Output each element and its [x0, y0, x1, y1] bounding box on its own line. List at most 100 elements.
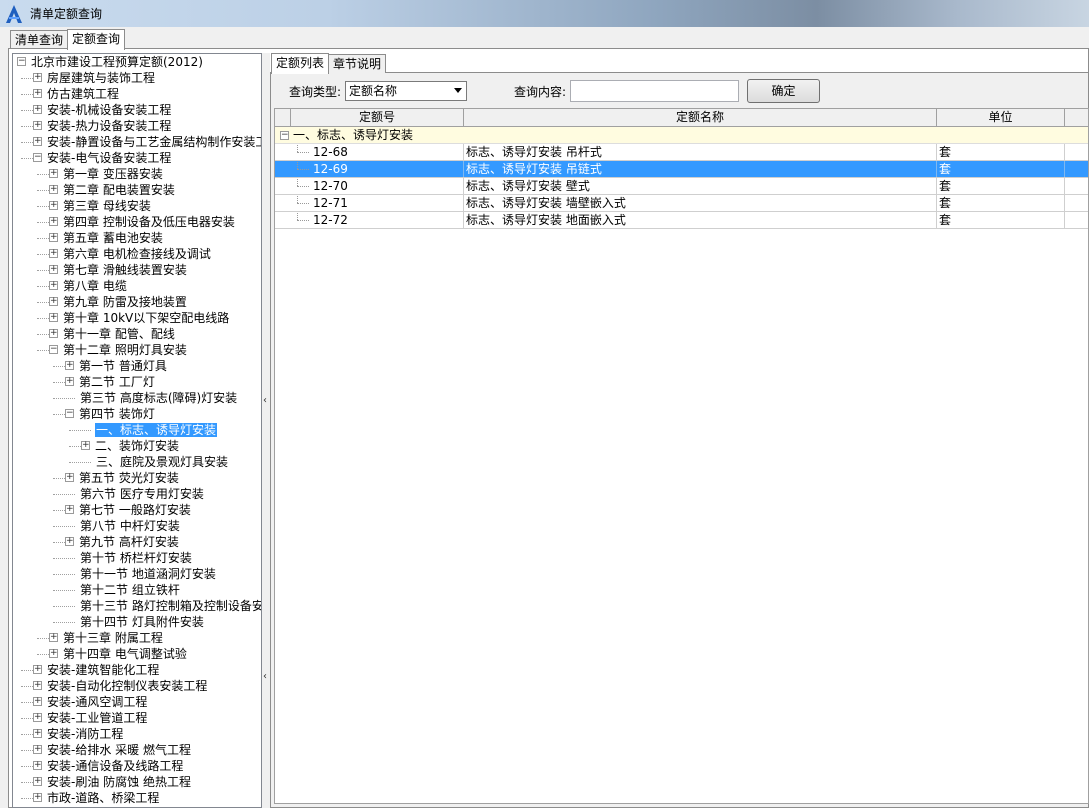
- tree-item[interactable]: 第十一节 地道涵洞灯安装: [65, 566, 217, 582]
- tree-item[interactable]: 第八节 中杆灯安装: [65, 518, 181, 534]
- table-row[interactable]: 12-70 标志、诱导灯安装 壁式套: [275, 178, 1088, 195]
- tree-item[interactable]: 第十三节 路灯控制箱及控制设备安: [65, 598, 261, 614]
- tree-expand-icon[interactable]: +: [49, 313, 58, 322]
- tree-item[interactable]: + 安装-通风空调工程: [33, 694, 148, 710]
- tree-expand-icon[interactable]: +: [49, 281, 58, 290]
- tree-item[interactable]: + 安装-机械设备安装工程: [33, 102, 172, 118]
- tree-item[interactable]: 一、标志、诱导灯安装: [81, 422, 218, 438]
- tree-expand-icon[interactable]: +: [33, 697, 42, 706]
- tree-item[interactable]: + 第八章 电缆: [49, 278, 128, 294]
- tab-section-notes[interactable]: 章节说明: [328, 54, 387, 73]
- tree-item[interactable]: 第六节 医疗专用灯安装: [65, 486, 205, 502]
- tree-item[interactable]: + 第七节 一般路灯安装: [65, 502, 192, 518]
- tree-expand-icon[interactable]: +: [33, 777, 42, 786]
- table-row[interactable]: 12-71 标志、诱导灯安装 墙壁嵌入式套: [275, 195, 1088, 212]
- tree-expand-icon[interactable]: +: [33, 137, 42, 146]
- tree-item[interactable]: + 第五节 荧光灯安装: [65, 470, 180, 486]
- tree-expand-icon[interactable]: +: [49, 265, 58, 274]
- tree-expand-icon[interactable]: +: [49, 249, 58, 258]
- tree-item[interactable]: + 安装-给排水 采暖 燃气工程: [33, 742, 192, 758]
- tree-expand-icon[interactable]: +: [33, 793, 42, 802]
- tree-item[interactable]: + 第四章 控制设备及低压电器安装: [49, 214, 236, 230]
- tree-item[interactable]: − 第四节 装饰灯: [65, 406, 156, 422]
- group-row[interactable]: − 一、标志、诱导灯安装: [275, 127, 1088, 144]
- tree-item[interactable]: 第十四节 灯具附件安装: [65, 614, 205, 630]
- tree-collapse-icon[interactable]: −: [33, 153, 42, 162]
- tree-expand-icon[interactable]: +: [33, 761, 42, 770]
- tree-expand-icon[interactable]: +: [49, 329, 58, 338]
- tree-item[interactable]: 第十二节 组立铁杆: [65, 582, 181, 598]
- tree-item[interactable]: + 安装-工业管道工程: [33, 710, 148, 726]
- tree-item[interactable]: + 第十一章 配管、配线: [49, 326, 176, 342]
- tree-expand-icon[interactable]: +: [33, 681, 42, 690]
- tree-expand-icon[interactable]: +: [81, 441, 90, 450]
- tree-expand-icon[interactable]: +: [49, 233, 58, 242]
- tree-item[interactable]: + 安装-静置设备与工艺金属结构制作安装工: [33, 134, 261, 150]
- tree-expand-icon[interactable]: +: [33, 713, 42, 722]
- tree-item[interactable]: + 第五章 蓄电池安装: [49, 230, 164, 246]
- tab-bill-query[interactable]: 清单查询: [10, 30, 69, 49]
- tree-item[interactable]: + 第一章 变压器安装: [49, 166, 164, 182]
- header-unit[interactable]: 单位: [937, 109, 1065, 126]
- tree-expand-icon[interactable]: +: [65, 377, 74, 386]
- query-content-input[interactable]: [570, 80, 739, 102]
- tree-item[interactable]: + 第三章 母线安装: [49, 198, 152, 214]
- tree-item[interactable]: 三、庭院及景观灯具安装: [81, 454, 229, 470]
- tree-item[interactable]: + 市政-道路、桥梁工程: [33, 790, 160, 806]
- tree-expand-icon[interactable]: +: [65, 473, 74, 482]
- tree-item[interactable]: + 第九章 防雷及接地装置: [49, 294, 188, 310]
- tree-expand-icon[interactable]: +: [49, 649, 58, 658]
- header-code[interactable]: 定额号: [291, 109, 464, 126]
- tree-collapse-icon[interactable]: −: [17, 57, 26, 66]
- tree-expand-icon[interactable]: +: [49, 217, 58, 226]
- tree-item[interactable]: + 第二节 工厂灯: [65, 374, 156, 390]
- tree-item[interactable]: + 第十三章 附属工程: [49, 630, 164, 646]
- group-collapse-icon[interactable]: −: [280, 131, 289, 140]
- table-row[interactable]: 12-68 标志、诱导灯安装 吊杆式套: [275, 144, 1088, 161]
- tree-item[interactable]: + 房屋建筑与装饰工程: [33, 70, 156, 86]
- quota-tree[interactable]: − 北京市建设工程预算定额(2012) + 房屋建筑与装饰工程 + 仿古建筑工程 + 安装-机…: [12, 53, 262, 808]
- tree-item[interactable]: + 第七章 滑触线装置安装: [49, 262, 188, 278]
- tree-expand-icon[interactable]: +: [49, 633, 58, 642]
- tree-item[interactable]: + 安装-自动化控制仪表安装工程: [33, 678, 208, 694]
- tree-item[interactable]: + 第六章 电机检查接线及调试: [49, 246, 212, 262]
- tree-item[interactable]: + 第一节 普通灯具: [65, 358, 168, 374]
- table-row[interactable]: 12-72 标志、诱导灯安装 地面嵌入式套: [275, 212, 1088, 229]
- tree-expand-icon[interactable]: +: [33, 729, 42, 738]
- tree-item[interactable]: 第十节 桥栏杆灯安装: [65, 550, 193, 566]
- tree-item[interactable]: 第三节 高度标志(障碍)灯安装: [65, 390, 238, 406]
- tree-item[interactable]: + 第十章 10kV以下架空配电线路: [49, 310, 230, 326]
- tree-expand-icon[interactable]: +: [33, 73, 42, 82]
- tree-expand-icon[interactable]: +: [65, 505, 74, 514]
- tree-expand-icon[interactable]: +: [49, 169, 58, 178]
- tree-item[interactable]: − 第十二章 照明灯具安装: [49, 342, 188, 358]
- panel-splitter[interactable]: ‹ ‹: [262, 53, 270, 808]
- tree-expand-icon[interactable]: +: [49, 201, 58, 210]
- collapse-left-icon[interactable]: ‹: [263, 395, 267, 406]
- tree-item[interactable]: + 第九节 高杆灯安装: [65, 534, 180, 550]
- tree-expand-icon[interactable]: +: [33, 89, 42, 98]
- tree-item[interactable]: − 安装-电气设备安装工程: [33, 150, 172, 166]
- tree-expand-icon[interactable]: +: [49, 185, 58, 194]
- tree-item[interactable]: + 仿古建筑工程: [33, 86, 120, 102]
- tab-quota-list[interactable]: 定额列表: [271, 53, 330, 74]
- confirm-button[interactable]: 确定: [747, 79, 820, 103]
- tree-expand-icon[interactable]: +: [49, 297, 58, 306]
- tree-expand-icon[interactable]: +: [33, 745, 42, 754]
- tree-expand-icon[interactable]: +: [65, 361, 74, 370]
- tree-expand-icon[interactable]: +: [33, 105, 42, 114]
- tree-item[interactable]: + 安装-消防工程: [33, 726, 124, 742]
- tab-quota-query[interactable]: 定额查询: [67, 29, 126, 50]
- tree-expand-icon[interactable]: +: [33, 665, 42, 674]
- tree-item[interactable]: + 第十四章 电气调整试验: [49, 646, 188, 662]
- tree-item[interactable]: − 北京市建设工程预算定额(2012): [17, 54, 204, 70]
- tree-item[interactable]: + 安装-建筑智能化工程: [33, 662, 160, 678]
- tree-item[interactable]: + 二、装饰灯安装: [81, 438, 180, 454]
- tree-expand-icon[interactable]: +: [33, 121, 42, 130]
- query-type-select[interactable]: 定额名称: [345, 81, 467, 101]
- tree-item[interactable]: + 安装-刷油 防腐蚀 绝热工程: [33, 774, 192, 790]
- tree-item[interactable]: + 第二章 配电装置安装: [49, 182, 176, 198]
- tree-collapse-icon[interactable]: −: [65, 409, 74, 418]
- table-row[interactable]: 12-69 标志、诱导灯安装 吊链式套: [275, 161, 1088, 178]
- tree-expand-icon[interactable]: +: [65, 537, 74, 546]
